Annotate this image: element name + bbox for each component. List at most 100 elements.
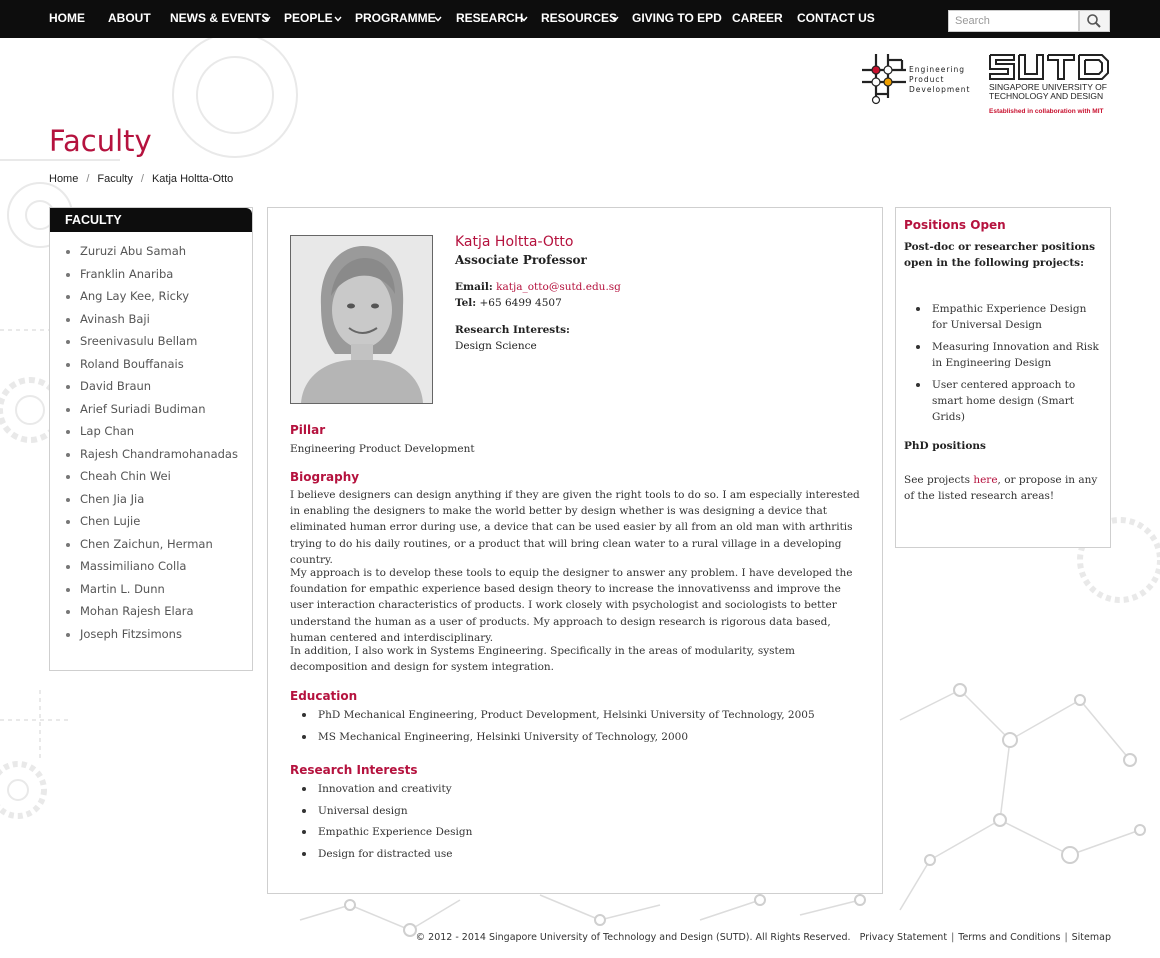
education-list: PhD Mechanical Engineering, Product Deve…: [300, 708, 815, 751]
biography-paragraph: I believe designers can design anything …: [290, 489, 860, 566]
pillar-heading: Pillar: [290, 423, 326, 437]
faculty-list-item[interactable]: Zuruzi Abu Samah: [64, 244, 252, 267]
phd-positions-text: See projects here, or propose in any of …: [904, 474, 1098, 502]
sutd-logo-name: SINGAPORE UNIVERSITY OF TECHNOLOGY AND D…: [989, 82, 1107, 101]
epd-logo[interactable]: Engineering Product Development: [862, 52, 980, 108]
profile-interests-label: Research Interests:: [455, 324, 570, 336]
position-project-item: Measuring Innovation and Risk in Enginee…: [914, 339, 1104, 371]
top-navigation: HOME ABOUT NEWS & EVENTS PEOPLE PROGRAMM…: [0, 0, 1160, 38]
chevron-down-icon[interactable]: [610, 14, 620, 24]
biography-paragraph: In addition, I also work in Systems Engi…: [290, 645, 795, 674]
faculty-list-item[interactable]: Sreenivasulu Bellam: [64, 334, 252, 357]
epd-logo-text: Engineering Product Development: [909, 65, 971, 94]
profile-interests-value: Design Science: [455, 340, 537, 352]
faculty-list-item[interactable]: David Braun: [64, 379, 252, 402]
email-label: Email:: [455, 281, 493, 293]
faculty-list-item[interactable]: Chen Jia Jia: [64, 492, 252, 515]
education-item: MS Mechanical Engineering, Helsinki Univ…: [300, 730, 815, 752]
faculty-list-item[interactable]: Avinash Baji: [64, 312, 252, 335]
footer-copyright: © 2012 - 2014 Singapore University of Te…: [415, 932, 851, 943]
faculty-list-item[interactable]: Ang Lay Kee, Ricky: [64, 289, 252, 312]
footer-separator: |: [1064, 932, 1068, 943]
breadcrumb-separator: /: [140, 173, 144, 185]
faculty-sidebar: FACULTY Zuruzi Abu Samah Franklin Anarib…: [49, 207, 253, 671]
footer: © 2012 - 2014 Singapore University of Te…: [416, 932, 1111, 943]
epd-logo-mark: [862, 54, 906, 105]
nav-research[interactable]: RESEARCH: [456, 0, 523, 38]
tel-label: Tel:: [455, 297, 477, 309]
research-interest-item: Universal design: [300, 804, 472, 826]
nav-news-events[interactable]: NEWS & EVENTS: [170, 0, 269, 38]
search-icon: [1087, 14, 1101, 28]
research-interests-heading: Research Interests: [290, 763, 418, 777]
nav-people[interactable]: PEOPLE: [284, 0, 333, 38]
research-interest-item: Innovation and creativity: [300, 782, 472, 804]
position-project-item: User centered approach to smart home des…: [914, 377, 1104, 425]
nav-resources[interactable]: RESOURCES: [541, 0, 617, 38]
positions-heading: Positions Open: [904, 218, 1006, 232]
education-item: PhD Mechanical Engineering, Product Deve…: [300, 708, 815, 730]
profile-tel: Tel: +65 6499 4507: [455, 297, 562, 309]
nav-programme[interactable]: PROGRAMME: [355, 0, 436, 38]
faculty-list-item[interactable]: Joseph Fitzsimons: [64, 627, 252, 650]
search-button[interactable]: [1079, 10, 1110, 32]
profile-name: Katja Holtta-Otto: [455, 234, 574, 250]
faculty-list-item[interactable]: Mohan Rajesh Elara: [64, 604, 252, 627]
research-interests-list: Innovation and creativity Universal desi…: [300, 782, 472, 869]
footer-link-privacy[interactable]: Privacy Statement: [860, 932, 947, 943]
profile-email: Email: katja_otto@sutd.edu.sg: [455, 281, 621, 293]
breadcrumb: Home / Faculty / Katja Holtta-Otto: [49, 173, 233, 185]
chevron-down-icon[interactable]: [262, 14, 272, 24]
faculty-list-item[interactable]: Chen Zaichun, Herman: [64, 537, 252, 560]
nav-giving-to-epd[interactable]: GIVING TO EPD: [632, 0, 722, 38]
portrait-image: [291, 236, 432, 403]
research-interest-item: Empathic Experience Design: [300, 825, 472, 847]
footer-link-sitemap[interactable]: Sitemap: [1072, 932, 1111, 943]
sutd-logo[interactable]: SINGAPORE UNIVERSITY OF TECHNOLOGY AND D…: [988, 52, 1112, 116]
phd-projects-link[interactable]: here: [973, 474, 997, 486]
breadcrumb-separator: /: [86, 173, 90, 185]
profile-photo: [290, 235, 433, 404]
footer-link-terms[interactable]: Terms and Conditions: [958, 932, 1060, 943]
page-title: Faculty: [49, 124, 152, 158]
footer-separator: |: [951, 932, 955, 943]
breadcrumb-faculty[interactable]: Faculty: [97, 173, 132, 185]
chevron-down-icon[interactable]: [433, 14, 443, 24]
tel-value: +65 6499 4507: [479, 297, 562, 309]
breadcrumb-current: Katja Holtta-Otto: [151, 173, 234, 185]
faculty-list-item[interactable]: Rajesh Chandramohanadas: [64, 447, 252, 470]
faculty-list-item[interactable]: Franklin Anariba: [64, 267, 252, 290]
sutd-logo-mark: [989, 54, 1109, 80]
phd-positions-heading: PhD positions: [904, 440, 986, 452]
nav-about[interactable]: ABOUT: [108, 0, 151, 38]
research-interest-item: Design for distracted use: [300, 847, 472, 869]
biography-heading: Biography: [290, 470, 360, 484]
biography-paragraph: My approach is to develop these tools to…: [290, 567, 853, 644]
chevron-down-icon[interactable]: [333, 14, 343, 24]
education-heading: Education: [290, 689, 358, 703]
positions-panel: Positions Open Post-doc or researcher po…: [895, 207, 1111, 548]
position-project-item: Empathic Experience Design for Universal…: [914, 301, 1104, 333]
faculty-list-item[interactable]: Lap Chan: [64, 424, 252, 447]
pillar-text: Engineering Product Development: [290, 443, 475, 455]
positions-project-list: Empathic Experience Design for Universal…: [914, 301, 1104, 431]
faculty-list: Zuruzi Abu Samah Franklin Anariba Ang La…: [50, 232, 252, 649]
search-input[interactable]: [948, 10, 1079, 32]
faculty-list-item[interactable]: Cheah Chin Wei: [64, 469, 252, 492]
faculty-list-item[interactable]: Roland Bouffanais: [64, 357, 252, 380]
faculty-list-item[interactable]: Chen Lujie: [64, 514, 252, 537]
profile-title: Associate Professor: [455, 253, 587, 267]
nav-home[interactable]: HOME: [49, 0, 85, 38]
faculty-list-item[interactable]: Massimiliano Colla: [64, 559, 252, 582]
positions-intro: Post-doc or researcher positions open in…: [904, 241, 1095, 269]
nav-contact-us[interactable]: CONTACT US: [797, 0, 875, 38]
chevron-down-icon[interactable]: [519, 14, 529, 24]
faculty-list-item[interactable]: Arief Suriadi Budiman: [64, 402, 252, 425]
sidebar-heading: FACULTY: [50, 208, 252, 232]
faculty-list-item[interactable]: Martin L. Dunn: [64, 582, 252, 605]
email-link[interactable]: katja_otto@sutd.edu.sg: [496, 281, 621, 293]
sutd-logo-tagline: Established in collaboration with MIT: [989, 108, 1104, 115]
nav-career[interactable]: CAREER: [732, 0, 783, 38]
profile-panel: Katja Holtta-Otto Associate Professor Em…: [267, 207, 883, 894]
breadcrumb-home[interactable]: Home: [49, 173, 78, 185]
